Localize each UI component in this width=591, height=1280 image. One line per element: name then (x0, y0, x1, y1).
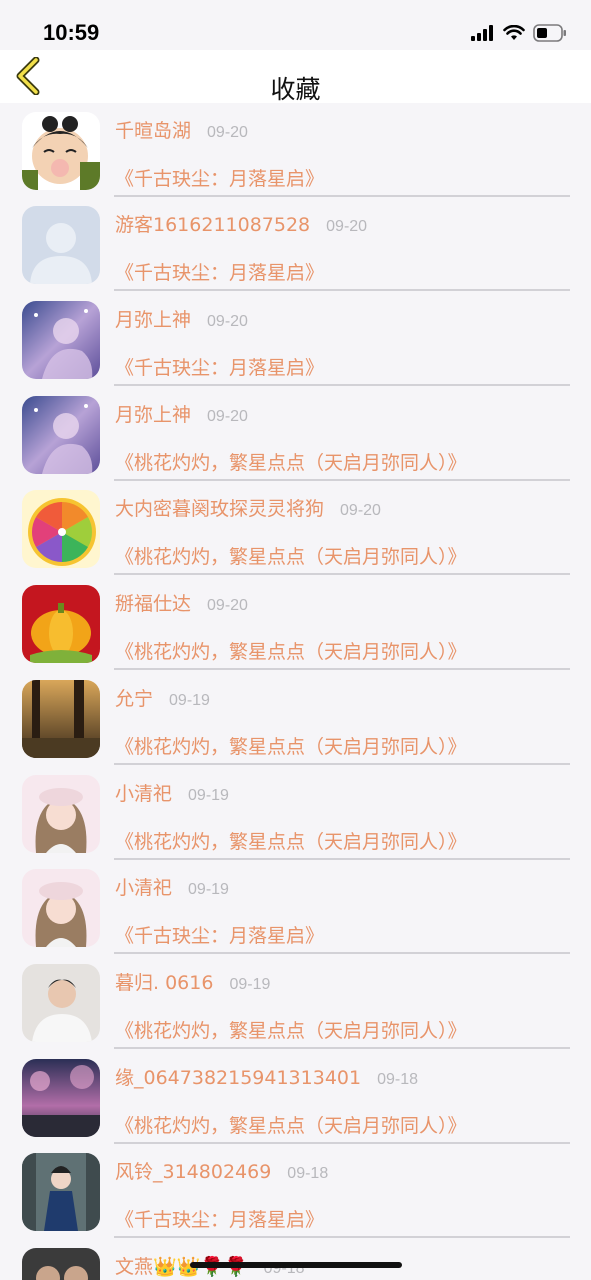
avatar[interactable] (22, 490, 100, 569)
navigation-bar: 收藏 (0, 50, 591, 104)
user-name-text[interactable]: 掰福仕达 (115, 593, 191, 615)
avatar[interactable] (22, 301, 100, 380)
list-item[interactable]: 掰福仕达 09-20 《桃花灼灼，繁星点点（天启月弥同人）》 (0, 565, 591, 671)
list-item[interactable]: 风铃_314802469 09-18 《千古玦尘：月落星启》 (0, 1133, 591, 1239)
avatar[interactable] (22, 111, 100, 190)
user-name[interactable]: 小清祀 09-19 (115, 779, 229, 806)
avatar[interactable] (22, 585, 100, 664)
avatar[interactable] (22, 1247, 100, 1280)
favorite-date: 09-19 (188, 881, 229, 899)
avatar[interactable] (22, 1153, 100, 1232)
avatar[interactable] (22, 774, 100, 853)
list-item[interactable]: 文燕👑👑🌹🌹 09-18 (0, 1228, 591, 1280)
list-item[interactable]: 缘_064738215941313401 09-18 《桃花灼灼，繁星点点（天启月弥… (0, 1039, 591, 1144)
favorite-date: 09-20 (207, 407, 248, 425)
status-bar: 10:59 (0, 0, 591, 50)
favorites-list[interactable]: 千暄岛湖 09-20 《千古玦尘：月落星启》 游客1616211087528 09-20… (0, 103, 591, 1280)
list-item[interactable]: 小清祀 09-19 《千古玦尘：月落星启》 (0, 849, 591, 955)
avatar[interactable] (22, 963, 100, 1042)
favorite-date: 09-20 (207, 123, 248, 141)
list-item[interactable]: 游客1616211087528 09-20 《千古玦尘：月落星启》 (0, 186, 591, 292)
user-name[interactable]: 允宁 09-19 (115, 684, 210, 711)
user-name-text[interactable]: 千暄岛湖 (115, 120, 191, 142)
favorite-date: 09-19 (188, 786, 229, 804)
user-name[interactable]: 月弥上神 09-20 (115, 305, 248, 332)
avatar[interactable] (22, 679, 100, 758)
user-name-text[interactable]: 小清祀 (115, 877, 172, 899)
favorite-date: 09-20 (207, 597, 248, 615)
status-time: 10:59 (43, 20, 100, 45)
list-item[interactable]: 暮归. 0616 09-19 《桃花灼灼，繁星点点（天启月弥同人）》 (0, 944, 591, 1049)
user-name[interactable]: 大内密暮阕玫探灵灵将狗 09-20 (115, 494, 381, 521)
avatar[interactable] (22, 869, 100, 948)
avatar[interactable] (22, 395, 100, 474)
page-title: 收藏 (270, 75, 321, 104)
favorite-date: 09-18 (287, 1165, 329, 1183)
home-indicator[interactable] (190, 1262, 402, 1268)
user-name-text[interactable]: 月弥上神 (115, 309, 191, 331)
favorite-date: 09-18 (377, 1070, 419, 1088)
list-item[interactable]: 小清祀 09-19 《桃花灼灼，繁星点点（天启月弥同人）》 (0, 755, 591, 860)
user-name[interactable]: 掰福仕达 09-20 (115, 589, 248, 616)
user-name-text[interactable]: 小清祀 (115, 783, 172, 805)
user-name[interactable]: 千暄岛湖 09-20 (115, 116, 248, 143)
favorite-date: 09-19 (229, 975, 271, 993)
user-name[interactable]: 缘_064738215941313401 09-18 (115, 1063, 418, 1090)
user-name[interactable]: 风铃_314802469 09-18 (115, 1157, 328, 1184)
user-name-text[interactable]: 允宁 (115, 688, 153, 710)
user-name-text[interactable]: 风铃_314802469 (115, 1161, 271, 1183)
user-name-text[interactable]: 月弥上神 (115, 404, 191, 426)
list-item[interactable]: 允宁 09-19 《桃花灼灼，繁星点点（天启月弥同人）》 (0, 660, 591, 765)
avatar[interactable] (22, 1058, 100, 1137)
favorite-date: 09-20 (326, 218, 368, 236)
signal-icon (471, 25, 493, 41)
user-name-text[interactable]: 暮归. 0616 (115, 972, 213, 994)
user-name[interactable]: 游客1616211087528 09-20 (115, 210, 367, 237)
user-name-text[interactable]: 游客1616211087528 (115, 214, 310, 236)
status-icons (471, 24, 567, 42)
list-item[interactable]: 月弥上神 09-20 《桃花灼灼，繁星点点（天启月弥同人）》 (0, 376, 591, 481)
user-name[interactable]: 暮归. 0616 09-19 (115, 968, 270, 995)
user-name-text[interactable]: 大内密暮阕玫探灵灵将狗 (115, 498, 324, 520)
favorite-date: 09-20 (207, 313, 248, 331)
user-name-text[interactable]: 缘_064738215941313401 (115, 1067, 361, 1089)
avatar[interactable] (22, 206, 100, 285)
favorite-date: 09-19 (169, 691, 210, 709)
list-item[interactable]: 大内密暮阕玫探灵灵将狗 09-20 《桃花灼灼，繁星点点（天启月弥同人）》 (0, 470, 591, 576)
wifi-icon (503, 25, 525, 40)
favorite-date: 09-20 (340, 502, 381, 520)
battery-icon (533, 24, 566, 42)
user-name[interactable]: 小清祀 09-19 (115, 873, 229, 900)
list-item[interactable]: 千暄岛湖 09-20 《千古玦尘：月落星启》 (0, 103, 591, 197)
user-name[interactable]: 月弥上神 09-20 (115, 400, 248, 427)
list-item[interactable]: 月弥上神 09-20 《千古玦尘：月落星启》 (0, 281, 591, 387)
